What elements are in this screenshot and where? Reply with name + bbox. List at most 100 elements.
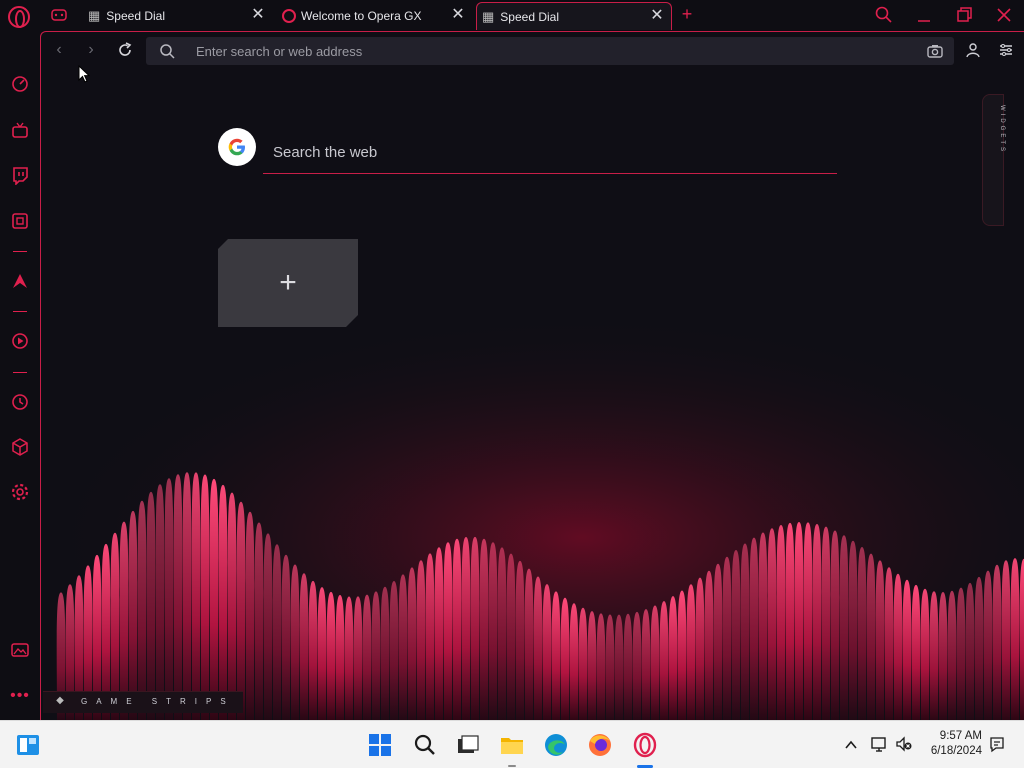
wave-stripe: [758, 532, 768, 720]
wave-stripe: [848, 540, 858, 720]
wave-stripe: [713, 563, 723, 720]
tab-speed-dial-1[interactable]: ▦ Speed Dial ✕: [78, 2, 272, 30]
gx-control-speed-icon[interactable]: [10, 74, 30, 94]
reload-icon[interactable]: [115, 40, 135, 60]
wave-stripe: [695, 577, 705, 720]
wave-stripe: [254, 522, 264, 720]
tab-welcome[interactable]: Welcome to Opera GX ✕: [276, 2, 472, 30]
restore-icon[interactable]: [952, 4, 976, 26]
wave-stripe: [569, 603, 579, 720]
wave-stripe: [398, 574, 408, 720]
wave-stripe: [578, 607, 588, 720]
game-strips-icon: ◆: [56, 695, 64, 706]
wave-stripe: [164, 478, 174, 720]
file-explorer-icon[interactable]: [498, 731, 526, 759]
edge-icon[interactable]: [542, 731, 570, 759]
windows-taskbar: 9:57 AM 6/18/2024: [0, 720, 1024, 768]
wave-stripe: [614, 614, 624, 720]
mouse-cursor-icon: [78, 65, 90, 83]
address-input[interactable]: [196, 41, 896, 61]
new-tab-button[interactable]: +: [678, 4, 696, 24]
aria-icon[interactable]: [10, 271, 30, 291]
wave-stripe: [191, 472, 201, 720]
notifications-icon[interactable]: [988, 735, 1006, 753]
system-clock[interactable]: 9:57 AM 6/18/2024: [920, 729, 982, 759]
wave-stripe: [668, 596, 678, 720]
wave-stripe: [245, 511, 255, 720]
tab-search-icon[interactable]: [872, 4, 896, 26]
show-hidden-icons-chevron-icon[interactable]: [843, 737, 859, 753]
close-tab-icon[interactable]: ✕: [649, 8, 665, 24]
search-icon[interactable]: [411, 731, 439, 759]
more-icon[interactable]: •••: [10, 688, 30, 711]
opera-gx-icon[interactable]: [631, 731, 659, 759]
widgets-board-icon[interactable]: [14, 731, 42, 759]
search-icon: [160, 44, 175, 59]
opera-menu-icon[interactable]: [8, 6, 30, 28]
firefox-icon[interactable]: [586, 731, 614, 759]
game-strips-bar[interactable]: ◆ GAME STRIPS: [43, 691, 243, 713]
wave-stripe: [875, 560, 885, 720]
wave-stripe: [893, 573, 903, 720]
add-speed-dial-tile[interactable]: +: [218, 239, 358, 327]
wave-stripe: [587, 611, 597, 720]
wave-stripe: [434, 547, 444, 720]
start-icon[interactable]: [366, 731, 394, 759]
twitch-icon[interactable]: [10, 165, 30, 185]
address-bar[interactable]: [146, 37, 954, 65]
close-tab-icon[interactable]: ✕: [250, 7, 266, 23]
sidebar-divider: [13, 311, 27, 312]
web-search-box[interactable]: [263, 132, 837, 174]
history-icon[interactable]: [10, 392, 30, 412]
settings-icon[interactable]: [10, 482, 30, 502]
wave-stripe: [866, 553, 876, 720]
wave-stripe: [335, 595, 345, 720]
tab-speed-dial-active[interactable]: ▦ Speed Dial ✕: [476, 2, 672, 30]
wave-stripe: [812, 523, 822, 720]
opera-icon: [282, 9, 296, 23]
back-button[interactable]: ‹: [49, 40, 69, 60]
wave-stripe: [479, 538, 489, 720]
volume-muted-icon[interactable]: [895, 735, 913, 753]
wave-stripe: [506, 553, 516, 720]
task-view-icon[interactable]: [454, 731, 482, 759]
wave-stripe: [200, 474, 210, 720]
wave-stripe: [956, 587, 966, 720]
wave-stripe: [389, 580, 399, 720]
wave-stripe: [731, 549, 741, 720]
widgets-panel-toggle[interactable]: WIDGETS: [982, 94, 1005, 226]
wave-stripe: [533, 576, 543, 720]
gx-cleaner-icon[interactable]: [10, 211, 30, 231]
wave-stripe: [983, 570, 993, 720]
web-search-input[interactable]: [273, 138, 813, 166]
close-tab-icon[interactable]: ✕: [450, 7, 466, 23]
wave-stripe: [416, 560, 426, 720]
wave-stripe: [182, 472, 192, 720]
snapshot-camera-icon[interactable]: [926, 42, 944, 60]
gx-corner-icon[interactable]: [10, 120, 30, 140]
player-icon[interactable]: [10, 331, 30, 351]
wave-stripe: [371, 591, 381, 720]
forward-button[interactable]: ›: [81, 40, 101, 60]
easy-setup-icon[interactable]: [997, 41, 1015, 59]
wave-stripe: [524, 568, 534, 720]
wallpaper-icon[interactable]: [10, 640, 30, 660]
widgets-label: WIDGETS: [999, 105, 1005, 154]
wave-stripe: [677, 590, 687, 720]
tab-title: Speed Dial: [500, 9, 560, 24]
gx-corner-icon[interactable]: [51, 9, 67, 21]
wave-stripe: [794, 522, 804, 720]
wave-stripe: [1019, 558, 1024, 720]
wave-stripe: [749, 537, 759, 720]
wave-stripe: [281, 554, 291, 720]
close-icon[interactable]: [992, 4, 1016, 26]
account-icon[interactable]: [964, 41, 982, 59]
network-icon[interactable]: [870, 735, 888, 753]
wave-stripe: [740, 543, 750, 720]
sidebar-divider: [13, 251, 27, 252]
speed-dial-icon: ▦: [88, 8, 101, 23]
wave-stripe: [911, 584, 921, 720]
minimize-icon[interactable]: [912, 4, 936, 26]
wave-stripe: [974, 576, 984, 720]
extensions-icon[interactable]: [10, 437, 30, 457]
